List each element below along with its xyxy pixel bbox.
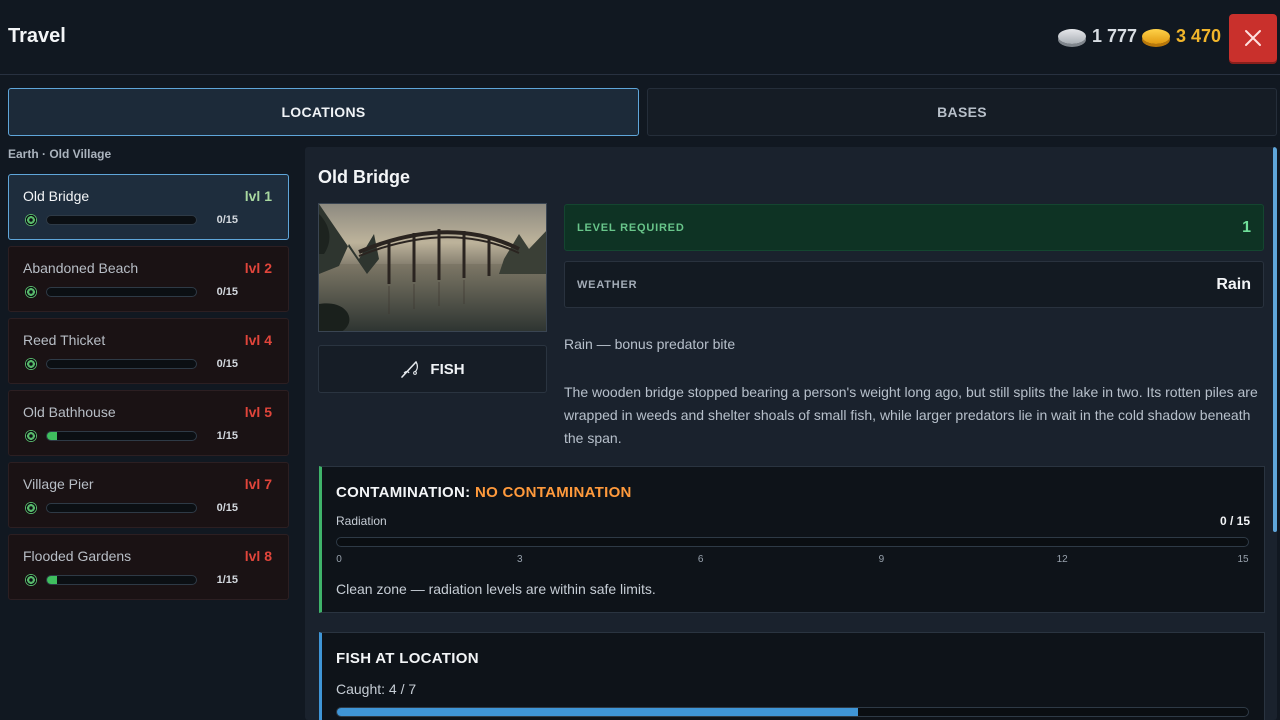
level-required-value: 1 [1242,218,1251,236]
location-count: 0/15 [216,358,238,370]
close-icon [1245,30,1261,46]
silver-currency: 1 777 [1058,26,1137,47]
location-progress-fill [47,432,57,440]
location-progress-bar [46,575,197,585]
radiation-icon [25,358,37,370]
radiation-tick-label: 6 [697,554,704,565]
radiation-icon [25,430,37,442]
location-progress-bar [46,503,197,513]
location-name: Abandoned Beach [23,260,139,276]
fish-button-label: FISH [430,360,465,378]
fish-at-location-title: FISH AT LOCATION [336,650,479,667]
tab-locations[interactable]: LOCATIONS [8,88,639,136]
silver-coin-icon [1058,29,1086,44]
location-count: 0/15 [216,214,238,226]
weather-box: WEATHER Rain [564,261,1264,308]
radiation-tick-label: 15 [1237,554,1249,565]
contamination-status: NO CONTAMINATION [474,484,632,501]
location-level: lvl 7 [244,476,272,492]
caught-progress-bar [336,707,1249,717]
radiation-icon [25,502,37,514]
breadcrumb: Earth · Old Village [8,147,112,161]
location-list: Old Bridge lvl 1 0/15 Abandoned Beach lvl 2 0… [8,174,289,606]
radiation-icon [25,286,37,298]
location-level: lvl 5 [244,404,272,420]
location-count: 1/15 [216,430,238,442]
location-name: Reed Thicket [23,332,106,348]
level-required-box: LEVEL REQUIRED 1 [564,204,1264,251]
location-item[interactable]: Flooded Gardens lvl 8 1/15 [8,534,289,600]
location-count: 1/15 [216,574,238,586]
radiation-tick-label: 0 [336,554,342,565]
location-level: lvl 8 [244,548,272,564]
contamination-note: Clean zone — radiation levels are within… [336,581,656,597]
page-title: Travel [8,25,66,47]
tab-bases[interactable]: BASES [647,88,1277,136]
location-level: lvl 4 [244,332,272,348]
weather-value: Rain [1216,275,1251,293]
contamination-section: CONTAMINATION: NO CONTAMINATION Radiatio… [319,466,1265,613]
location-progress-bar [46,359,197,369]
location-item[interactable]: Old Bathhouse lvl 5 1/15 [8,390,289,456]
location-name: Village Pier [23,476,94,492]
location-description: The wooden bridge stopped bearing a pers… [564,384,1258,446]
fish-at-location-section: FISH AT LOCATION Caught: 4 / 7 [319,632,1265,720]
radiation-icon [25,214,37,226]
radiation-value: 0 / 15 [1219,514,1250,528]
header-bar: Travel 1 777 3 470 [0,0,1280,75]
silver-amount: 1 777 [1092,26,1138,46]
location-level: lvl 1 [244,188,272,204]
location-item[interactable]: Reed Thicket lvl 4 0/15 [8,318,289,384]
contamination-title: CONTAMINATION: NO CONTAMINATION [336,484,632,501]
location-item[interactable]: Village Pier lvl 7 0/15 [8,462,289,528]
radiation-tick-label: 3 [517,554,523,565]
location-progress-bar [46,215,197,225]
location-item[interactable]: Old Bridge lvl 1 0/15 [8,174,289,240]
gold-coin-icon [1142,29,1170,44]
location-level: lvl 2 [244,260,272,276]
location-name: Flooded Gardens [23,548,132,564]
radiation-icon [25,574,37,586]
location-progress-bar [46,431,197,441]
fishing-rod-icon [401,361,419,378]
location-name: Old Bathhouse [23,404,116,420]
radiation-tick-label: 9 [878,554,885,565]
close-button[interactable] [1229,14,1277,62]
contamination-heading: CONTAMINATION: [336,484,471,501]
radiation-label: Radiation [336,514,387,528]
weather-note: Rain — bonus predator bite [564,336,736,352]
location-count: 0/15 [216,286,238,298]
location-name: Old Bridge [23,188,90,204]
location-count: 0/15 [216,502,238,514]
location-photo [318,203,547,332]
gold-currency: 3 470 [1142,26,1221,47]
gold-amount: 3 470 [1176,26,1222,46]
weather-label: WEATHER [577,278,638,291]
radiation-bar [336,537,1249,547]
caught-progress-fill [337,708,858,716]
fish-button[interactable]: FISH [318,345,547,393]
scrollbar[interactable] [1273,147,1277,532]
location-progress-bar [46,287,197,297]
radiation-tick-label: 12 [1056,554,1068,565]
level-required-label: LEVEL REQUIRED [577,221,685,234]
bridge-image [319,204,546,331]
location-item[interactable]: Abandoned Beach lvl 2 0/15 [8,246,289,312]
location-progress-fill [47,576,57,584]
location-title: Old Bridge [318,167,411,187]
location-detail-panel: Old Bridge FISH LEVEL REQUIRED 1 WEATHER… [305,147,1277,720]
caught-count: Caught: 4 / 7 [336,681,417,697]
